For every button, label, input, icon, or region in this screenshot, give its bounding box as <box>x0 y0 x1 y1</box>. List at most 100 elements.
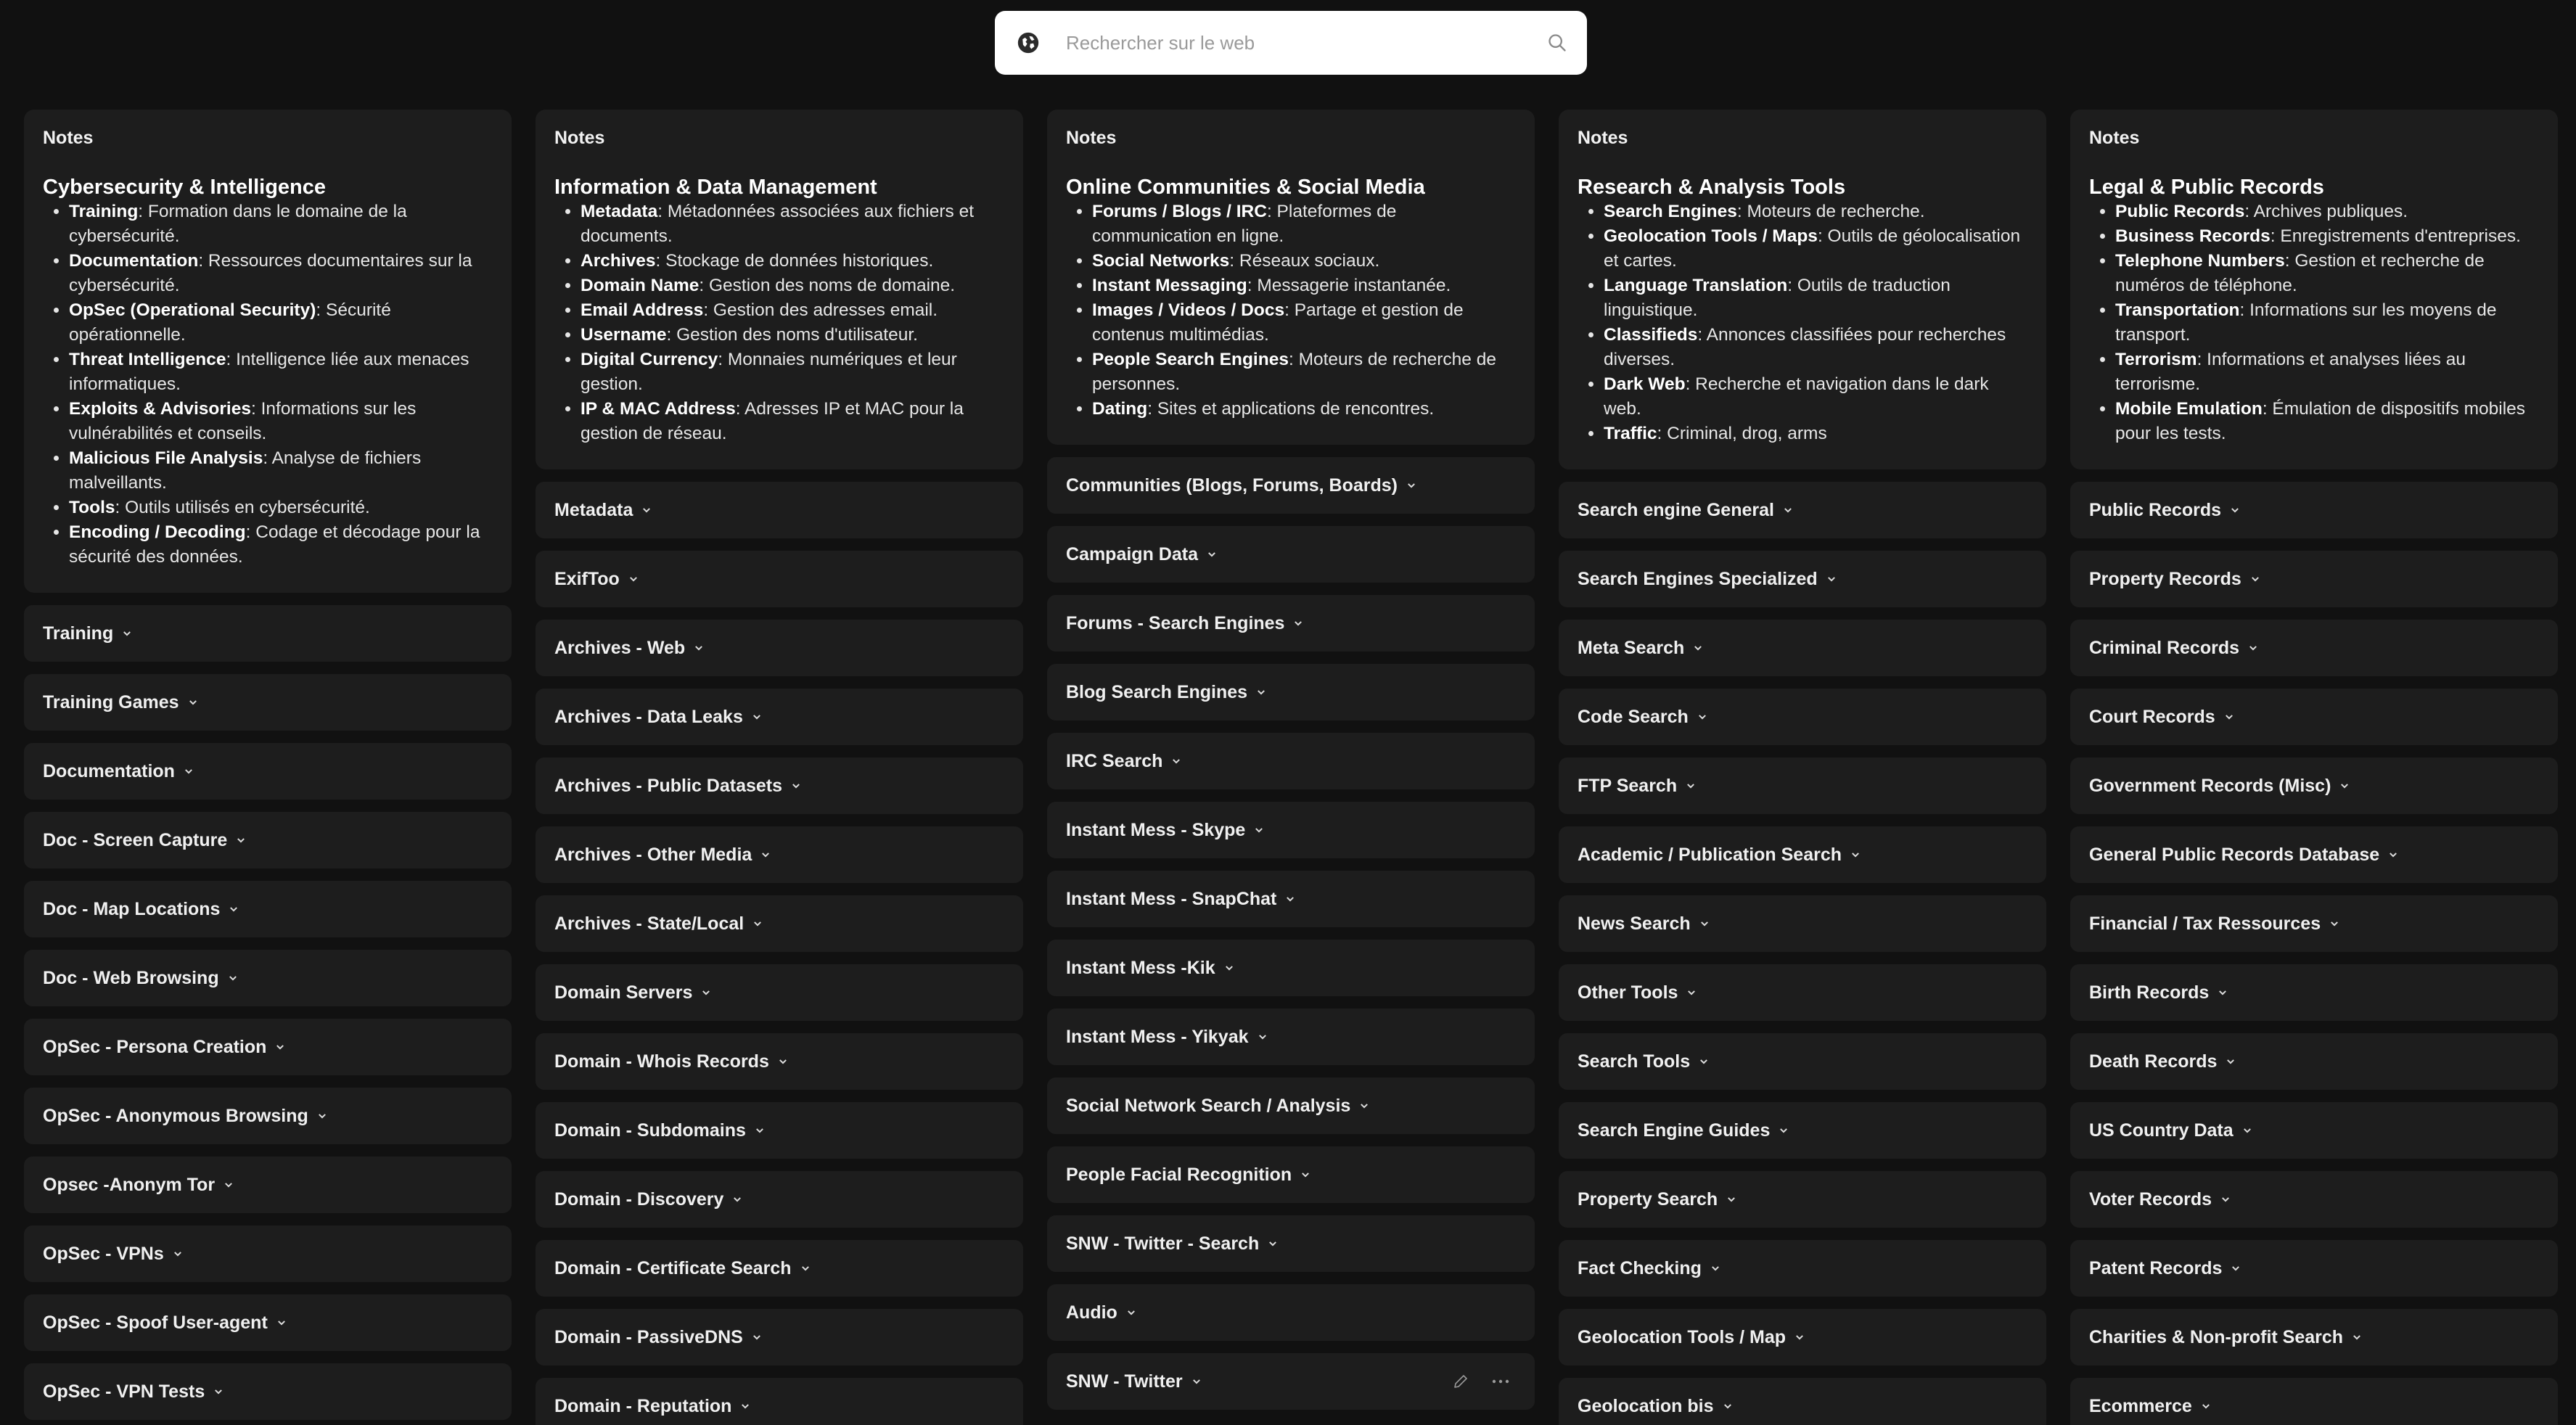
collapsible-group[interactable]: Social Network Search / Analysis <box>1047 1077 1535 1134</box>
collapsible-group[interactable]: Archives - Web <box>536 620 1023 676</box>
collapsible-group[interactable]: Communities (Blogs, Forums, Boards) <box>1047 457 1535 514</box>
collapsible-group[interactable]: Domain - Whois Records <box>536 1033 1023 1090</box>
search-bar[interactable] <box>995 11 1587 75</box>
collapsible-group[interactable]: Patent Records <box>2070 1240 2558 1297</box>
group-label: Government Records (Misc) <box>2089 775 2331 796</box>
group-label: Audio <box>1066 1302 1117 1323</box>
collapsible-group[interactable]: Doc - Web Browsing <box>24 950 512 1006</box>
collapsible-group[interactable]: Geolocation Tools / Map <box>1559 1309 2046 1366</box>
edit-icon[interactable] <box>1452 1373 1469 1390</box>
search-input[interactable] <box>1066 24 1501 62</box>
collapsible-group[interactable]: Property Records <box>2070 551 2558 607</box>
collapsible-group[interactable]: Domain - Discovery <box>536 1171 1023 1228</box>
collapsible-group[interactable]: Instant Mess - Yikyak <box>1047 1009 1535 1065</box>
notes-widget[interactable]: Notes Cybersecurity & Intelligence Train… <box>24 110 512 593</box>
chevron-down-icon <box>230 907 238 912</box>
collapsible-group[interactable]: Instant Mess -Kik <box>1047 940 1535 996</box>
collapsible-group[interactable]: Meta Search <box>1559 620 2046 676</box>
collapsible-group[interactable]: Criminal Records <box>2070 620 2558 676</box>
group-label: News Search <box>1578 913 1691 934</box>
notes-bullet: Training: Formation dans le domaine de l… <box>69 200 493 249</box>
collapsible-group[interactable]: People Facial Recognition <box>1047 1146 1535 1203</box>
collapsible-group[interactable]: Documentation <box>24 743 512 800</box>
collapsible-group[interactable]: Code Search <box>1559 689 2046 745</box>
collapsible-group[interactable]: Archives - State/Local <box>536 895 1023 952</box>
collapsible-group[interactable]: Instant Mess - Skype <box>1047 802 1535 858</box>
group-label: Domain - Subdomains <box>554 1120 746 1141</box>
collapsible-group[interactable]: Domain Servers <box>536 964 1023 1021</box>
chevron-down-icon <box>2202 1404 2210 1409</box>
collapsible-group[interactable]: OpSec - Persona Creation <box>24 1019 512 1075</box>
collapsible-group[interactable]: OpSec - Anonymous Browsing <box>24 1088 512 1144</box>
notes-widget[interactable]: Notes Legal & Public Records Public Reco… <box>2070 110 2558 469</box>
chevron-down-icon <box>1255 828 1263 833</box>
collapsible-group[interactable]: US Country Data <box>2070 1102 2558 1159</box>
collapsible-group[interactable]: Domain - Subdomains <box>536 1102 1023 1159</box>
collapsible-group[interactable]: General Public Records Database <box>2070 826 2558 883</box>
collapsible-group[interactable]: FTP Search <box>1559 757 2046 814</box>
collapsible-group[interactable]: Search Tools <box>1559 1033 2046 1090</box>
group-label: People Facial Recognition <box>1066 1164 1292 1185</box>
collapsible-group[interactable]: Court Records <box>2070 689 2558 745</box>
collapsible-group[interactable]: Geolocation bis <box>1559 1378 2046 1425</box>
collapsible-group[interactable]: Doc - Map Locations <box>24 881 512 937</box>
collapsible-group[interactable]: Academic / Publication Search <box>1559 826 2046 883</box>
group-label: Geolocation Tools / Map <box>1578 1326 1787 1347</box>
collapsible-group[interactable]: Training Games <box>24 674 512 731</box>
collapsible-group[interactable]: ExifToo <box>536 551 1023 607</box>
collapsible-group[interactable]: Search Engine Guides <box>1559 1102 2046 1159</box>
collapsible-group[interactable]: SNW - Twitter <box>1047 1353 1535 1410</box>
collapsible-group[interactable]: Ecommerce <box>2070 1378 2558 1425</box>
collapsible-group[interactable]: Domain - Certificate Search <box>536 1240 1023 1297</box>
collapsible-group[interactable]: Other Tools <box>1559 964 2046 1021</box>
collapsible-group[interactable]: OpSec - VPNs <box>24 1225 512 1282</box>
notes-title: Online Communities & Social Media <box>1066 176 1425 199</box>
notes-list: Forums / Blogs / IRC: Plateformes de com… <box>1066 200 1516 422</box>
collapsible-group[interactable]: OpSec - Spoof User-agent <box>24 1294 512 1351</box>
notes-widget[interactable]: Notes Online Communities & Social Media … <box>1047 110 1535 445</box>
collapsible-group[interactable]: Domain - PassiveDNS <box>536 1309 1023 1366</box>
more-icon[interactable] <box>1491 1373 1510 1390</box>
collapsible-group[interactable]: Death Records <box>2070 1033 2558 1090</box>
notes-list: Training: Formation dans le domaine de l… <box>43 200 493 570</box>
collapsible-group[interactable]: SNW - Twitter - Search <box>1047 1215 1535 1272</box>
chevron-down-icon <box>2353 1335 2360 1340</box>
chevron-down-icon <box>1208 552 1215 557</box>
collapsible-group[interactable]: Archives - Other Media <box>536 826 1023 883</box>
collapsible-group[interactable]: IRC Search <box>1047 733 1535 789</box>
collapsible-group[interactable]: Forums - Search Engines <box>1047 595 1535 652</box>
chevron-down-icon <box>1173 759 1181 764</box>
group-label: Charities & Non-profit Search <box>2089 1326 2344 1347</box>
collapsible-group[interactable]: OpSec - VPN Tests <box>24 1363 512 1420</box>
collapsible-group[interactable]: Fact Checking <box>1559 1240 2046 1297</box>
collapsible-group[interactable]: Campaign Data <box>1047 526 1535 583</box>
group-label: FTP Search <box>1578 775 1678 796</box>
collapsible-group[interactable]: Financial / Tax Ressources <box>2070 895 2558 952</box>
collapsible-group[interactable]: News Search <box>1559 895 2046 952</box>
notes-widget[interactable]: Notes Information & Data Management Meta… <box>536 110 1023 469</box>
collapsible-group[interactable]: Search engine General <box>1559 482 2046 538</box>
collapsible-group[interactable]: Audio <box>1047 1284 1535 1341</box>
notes-bullet: Metadata: Métadonnées associées aux fich… <box>581 200 1004 249</box>
search-icon[interactable] <box>1547 33 1567 53</box>
collapsible-group[interactable]: Metadata <box>536 482 1023 538</box>
collapsible-group[interactable]: Instant Mess - SnapChat <box>1047 871 1535 927</box>
collapsible-group[interactable]: Charities & Non-profit Search <box>2070 1309 2558 1366</box>
group-label: Metadata <box>554 499 633 520</box>
collapsible-group[interactable]: Doc - Screen Capture <box>24 812 512 868</box>
collapsible-group[interactable]: Archives - Data Leaks <box>536 689 1023 745</box>
notes-widget[interactable]: Notes Research & Analysis Tools Search E… <box>1559 110 2046 469</box>
collapsible-group[interactable]: Search Engines Specialized <box>1559 551 2046 607</box>
collapsible-group[interactable]: Birth Records <box>2070 964 2558 1021</box>
group-label: Ecommerce <box>2089 1395 2192 1416</box>
collapsible-group[interactable]: Government Records (Misc) <box>2070 757 2558 814</box>
collapsible-group[interactable]: Domain - Reputation <box>536 1378 1023 1425</box>
collapsible-group[interactable]: Training <box>24 605 512 662</box>
collapsible-group[interactable]: Archives - Public Datasets <box>536 757 1023 814</box>
collapsible-group[interactable]: Blog Search Engines <box>1047 664 1535 720</box>
collapsible-group[interactable]: Public Records <box>2070 482 2558 538</box>
collapsible-group[interactable]: Opsec -Anonym Tor <box>24 1157 512 1213</box>
globe-icon[interactable] <box>1016 30 1041 55</box>
collapsible-group[interactable]: Property Search <box>1559 1171 2046 1228</box>
collapsible-group[interactable]: Voter Records <box>2070 1171 2558 1228</box>
